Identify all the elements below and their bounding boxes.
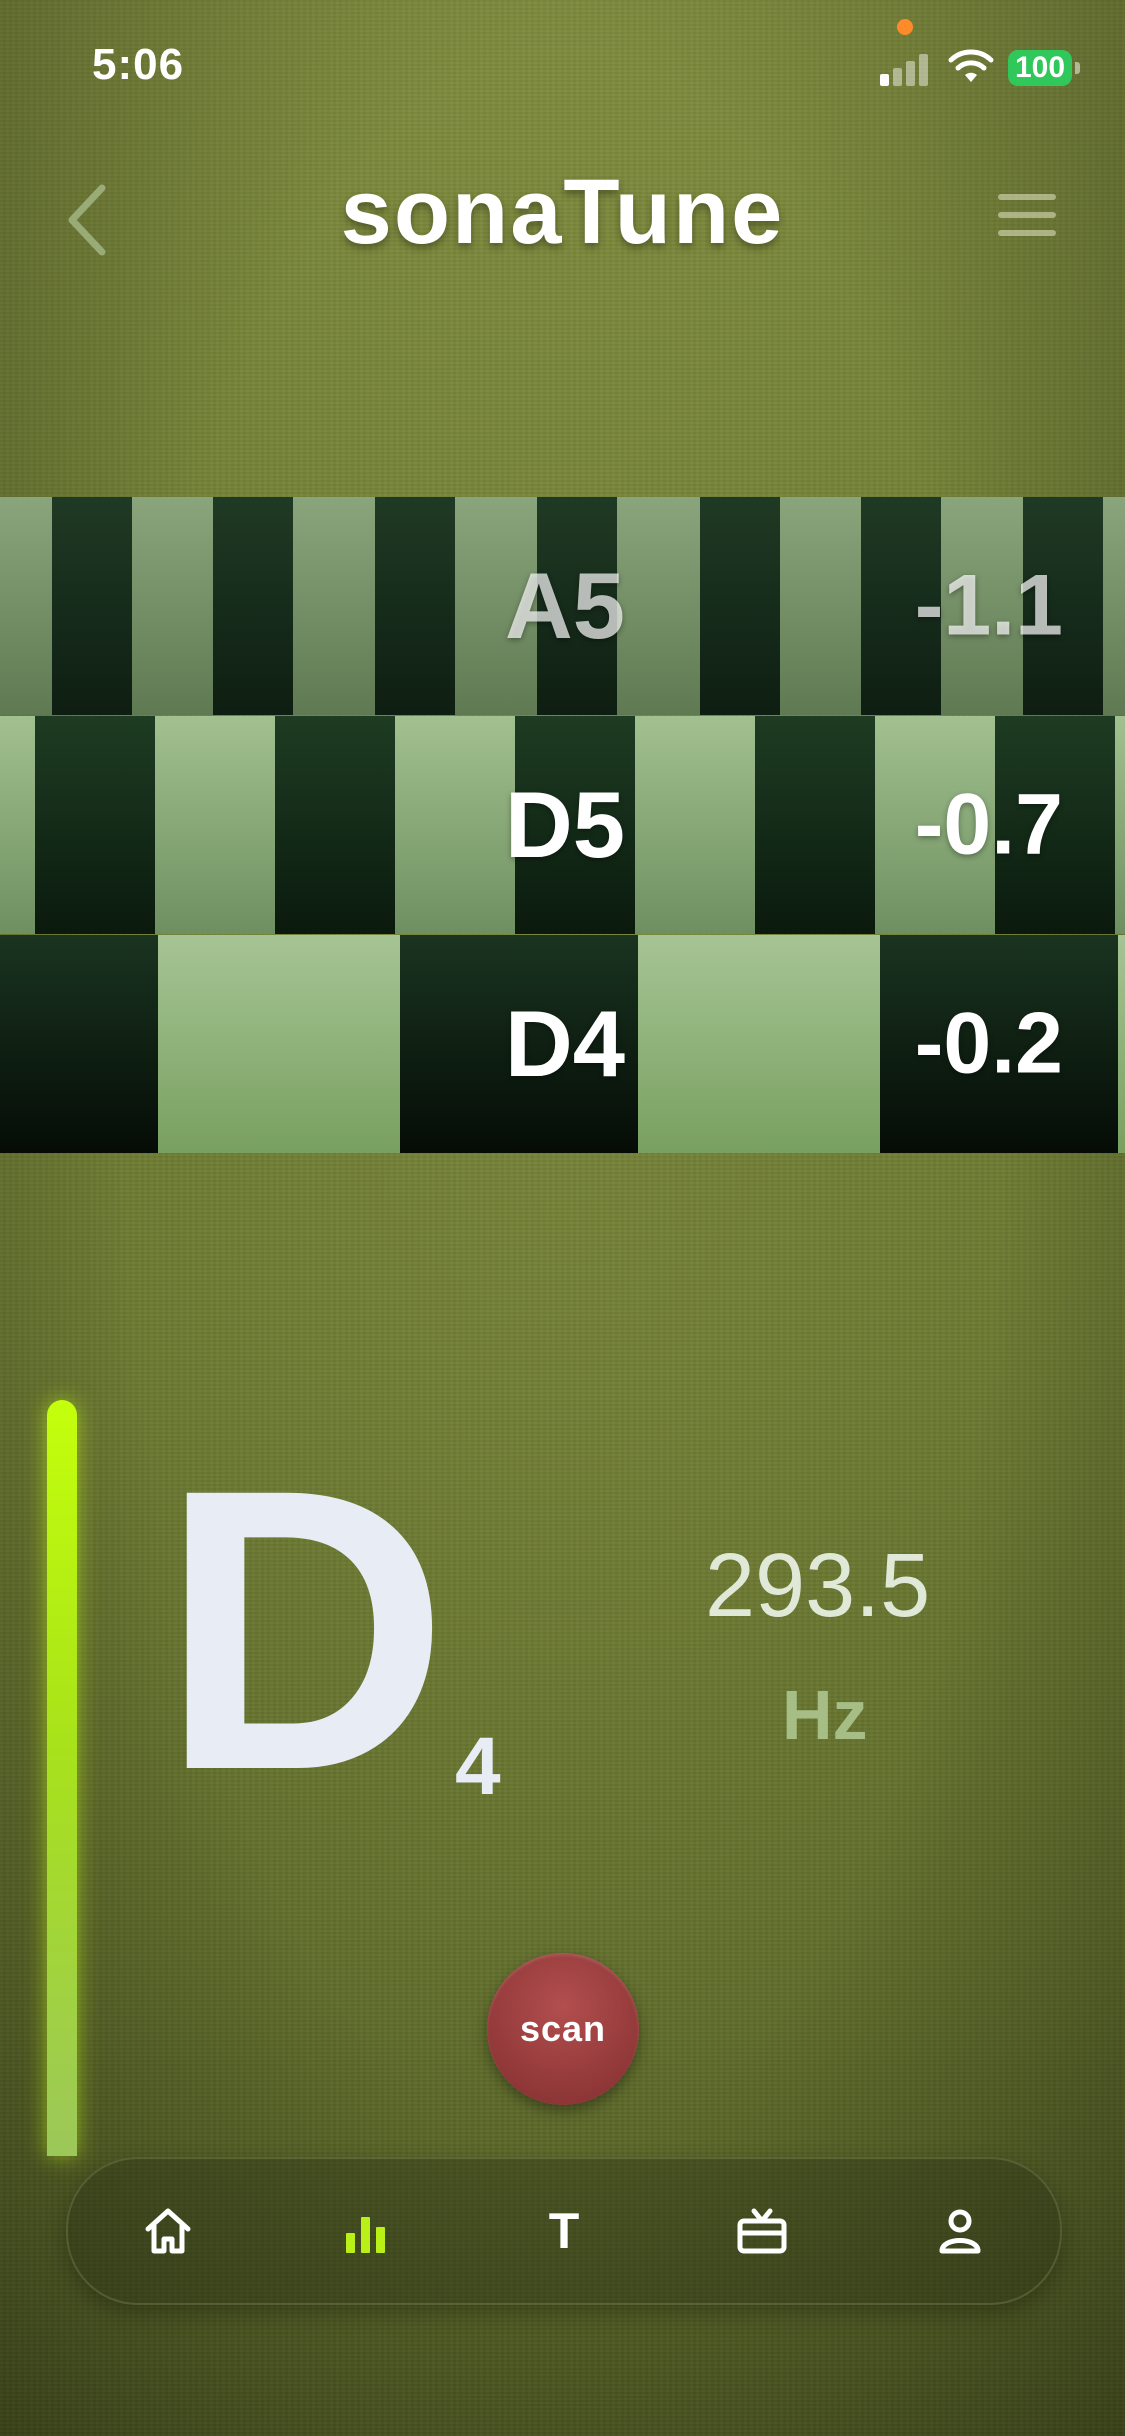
- signal-level-meter: [47, 1368, 77, 2156]
- recent-note-name: A5: [504, 553, 625, 658]
- scan-button[interactable]: scan: [487, 1953, 639, 2105]
- status-time: 5:06: [92, 40, 185, 89]
- frequency-value: 293.5: [705, 1536, 931, 1636]
- tab-home[interactable]: [108, 2159, 228, 2303]
- recent-note-cents: -0.7: [914, 776, 1063, 873]
- recent-note-row[interactable]: D4 -0.2: [0, 935, 1125, 1153]
- recent-note-cents: -1.1: [914, 557, 1063, 654]
- detected-note: D: [160, 1406, 449, 1853]
- bar-chart-icon: [346, 2217, 385, 2253]
- frequency-unit: Hz: [782, 1676, 868, 1754]
- home-icon: [145, 2208, 191, 2254]
- recent-note-row[interactable]: A5 -1.1: [0, 497, 1125, 715]
- app-title: sonaTune: [340, 161, 785, 263]
- tab-gifts[interactable]: [702, 2159, 822, 2303]
- signal-icon: [880, 52, 934, 86]
- gift-icon: [737, 2208, 787, 2254]
- wifi-icon: [948, 48, 994, 86]
- menu-button[interactable]: [998, 194, 1056, 238]
- tab-text[interactable]: T: [504, 2159, 624, 2303]
- hamburger-menu-icon: [998, 194, 1056, 236]
- battery-icon: 100: [1008, 50, 1080, 86]
- tab-profile[interactable]: [900, 2159, 1020, 2303]
- detected-octave: 4: [455, 1721, 501, 1812]
- recent-note-row[interactable]: D5 -0.7: [0, 716, 1125, 934]
- bottom-tab-bar: T: [66, 2157, 1062, 2305]
- signal-level-fill: [47, 1399, 77, 2156]
- recent-note-name: D5: [504, 772, 625, 877]
- recent-note-cents: -0.2: [914, 995, 1063, 1092]
- mic-indicator-dot: [897, 19, 913, 35]
- tab-tuner[interactable]: [306, 2159, 426, 2303]
- user-icon: [939, 2209, 981, 2254]
- recent-note-name: D4: [504, 991, 625, 1096]
- text-icon: T: [548, 2203, 580, 2259]
